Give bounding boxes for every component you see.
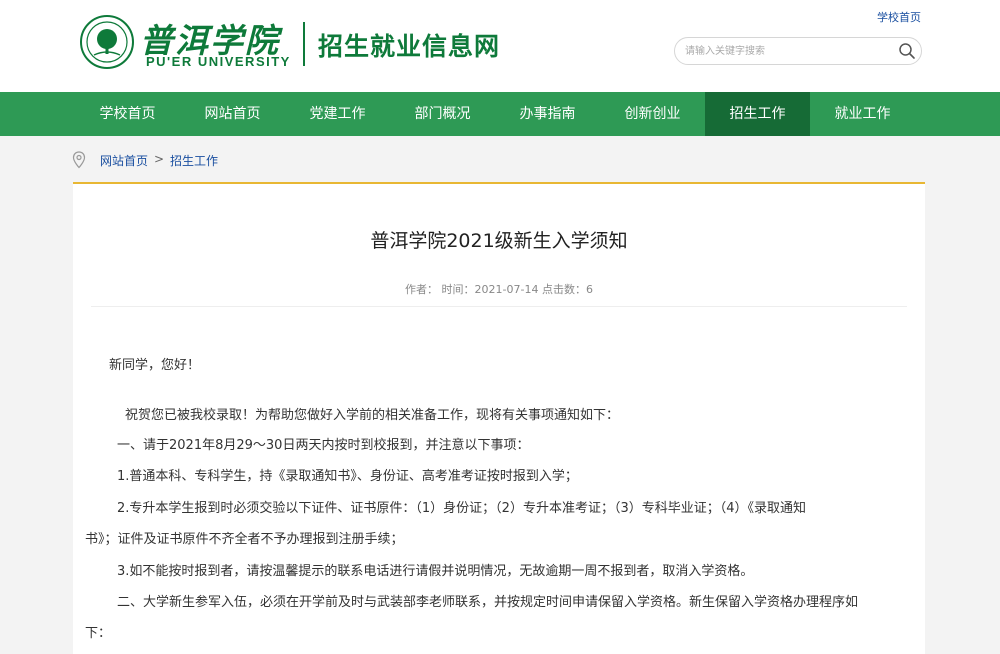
nav-innovation[interactable]: 创新创业 [600,92,705,136]
search-input[interactable] [685,42,885,60]
meta-divider [91,306,907,307]
greeting-paragraph: 新同学，您好！ [109,358,201,373]
article-panel: 普洱学院2021级新生入学须知 作者： 时间：2021-07-14 点击数：6 … [73,182,925,654]
intro-paragraph: 祝贺您已被我校录取！为帮助您做好入学前的相关准备工作，现将有关事项通知如下： [125,408,620,423]
item-two-continued: 书》；证件及证书原件不齐全者不予办理报到注册手续； [85,532,404,547]
breadcrumb-current-link[interactable]: 招生工作 [170,152,218,169]
nav-service-guide[interactable]: 办事指南 [495,92,600,136]
item-two-paragraph: 2.专升本学生报到时必须交验以下证件、证书原件：（1）身份证；（2）专升本准考证… [117,501,806,516]
nav-party-building[interactable]: 党建工作 [285,92,390,136]
nav-department-overview[interactable]: 部门概况 [390,92,495,136]
nav-admissions[interactable]: 招生工作 [705,92,810,136]
article-meta: 作者： 时间：2021-07-14 点击数：6 [405,283,593,296]
nav-school-home[interactable]: 学校首页 [75,92,180,136]
university-seal-icon[interactable] [80,15,134,69]
breadcrumb-separator: > [154,152,165,166]
item-three-paragraph: 3.如不能按时报到者，请按温馨提示的联系电话进行请假并说明情况，无故逾期一周不报… [117,564,754,579]
section-two-paragraph: 二、大学新生参军入伍，必须在开学前及时与武装部李老师联系，并按规定时间申请保留入… [117,595,859,610]
logo-english-name[interactable]: PU'ER UNIVERSITY [146,54,291,69]
location-pin-icon [72,151,86,169]
school-home-link[interactable]: 学校首页 [877,9,921,25]
nav-employment[interactable]: 就业工作 [810,92,915,136]
site-title: 招生就业信息网 [318,32,501,61]
site-header: 普洱学院 PU'ER UNIVERSITY 招生就业信息网 学校首页 [0,0,1000,92]
search-box [674,37,922,65]
logo-divider [303,22,305,66]
article-title: 普洱学院2021级新生入学须知 [370,230,628,252]
section-one-heading: 一、请于2021年8月29～30日两天内按时到校报到，并注意以下事项： [117,438,530,453]
item-one-paragraph: 1.普通本科、专科学生，持《录取通知书》、身份证、高考准考证按时报到入学； [117,469,578,484]
breadcrumb-home-link[interactable]: 网站首页 [100,152,148,169]
search-icon[interactable] [898,42,916,60]
nav-site-home[interactable]: 网站首页 [180,92,285,136]
main-nav: 学校首页 网站首页 党建工作 部门概况 办事指南 创新创业 招生工作 就业工作 [0,92,1000,136]
section-two-continued: 下： [85,626,112,641]
